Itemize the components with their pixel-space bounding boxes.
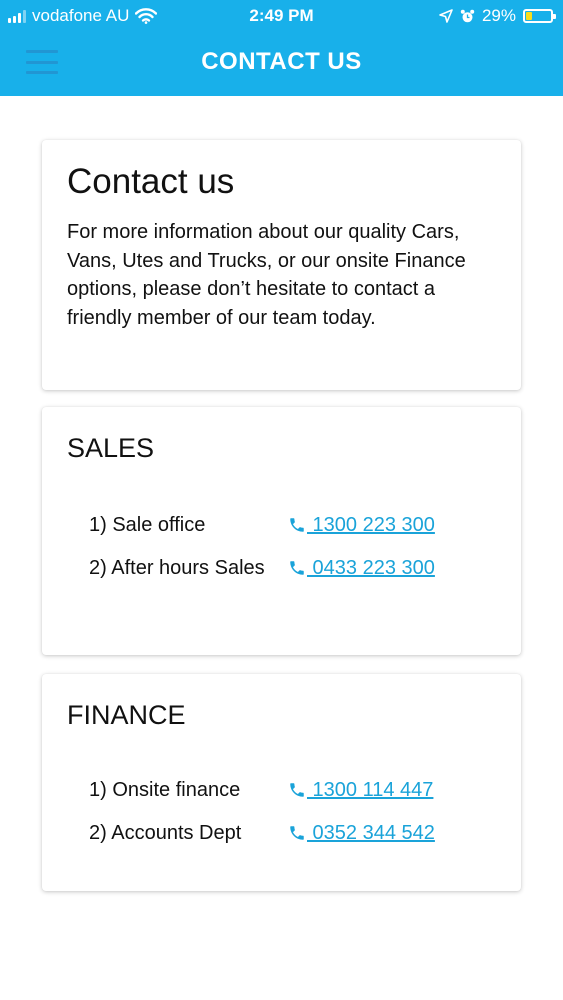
finance-phone-number-accounts: 0352 344 542 <box>307 822 435 844</box>
sales-phone-number-after-hours: 0433 223 300 <box>307 557 435 579</box>
sales-phone-link-after-hours[interactable]: 0433 223 300 <box>288 554 435 583</box>
app-header: vodafone AU 2:49 PM 29% CONTACT US <box>0 0 563 96</box>
battery-percent: 29% <box>481 6 516 25</box>
sales-title: SALES <box>67 433 155 463</box>
location-arrow-icon <box>439 9 453 23</box>
sales-phone-link-sale-office[interactable]: 1300 223 300 <box>288 511 435 540</box>
finance-card: FINANCE 1) Onsite finance 1300 114 447 2… <box>42 674 521 891</box>
phone-icon <box>290 783 304 797</box>
page-title: CONTACT US <box>201 48 362 75</box>
finance-phone-link-onsite[interactable]: 1300 114 447 <box>288 776 433 805</box>
sales-phone-number-sale-office: 1300 223 300 <box>307 514 435 536</box>
sales-label-after-hours: 2) After hours Sales <box>89 557 265 579</box>
status-right: 29% <box>439 6 556 26</box>
phone-icon <box>290 826 304 840</box>
battery-fill <box>526 12 532 20</box>
status-bar: vodafone AU 2:49 PM 29% <box>0 0 563 32</box>
finance-phone-number-onsite: 1300 114 447 <box>307 779 434 801</box>
finance-phone-link-accounts[interactable]: 0352 344 542 <box>288 819 435 848</box>
intro-card: Contact us For more information about ou… <box>42 140 521 390</box>
intro-text: For more information about our quality C… <box>67 221 466 329</box>
finance-title: FINANCE <box>67 700 186 730</box>
finance-label-accounts: 2) Accounts Dept <box>89 822 242 844</box>
finance-label-onsite: 1) Onsite finance <box>89 779 241 801</box>
alarm-clock-icon <box>460 9 475 22</box>
intro-heading: Contact us <box>67 162 235 201</box>
phone-icon <box>290 518 304 532</box>
sales-card: SALES 1) Sale office 1300 223 300 2) Aft… <box>42 407 521 655</box>
battery-icon <box>523 9 556 23</box>
phone-icon <box>290 561 304 575</box>
sales-label-sale-office: 1) Sale office <box>89 514 206 536</box>
